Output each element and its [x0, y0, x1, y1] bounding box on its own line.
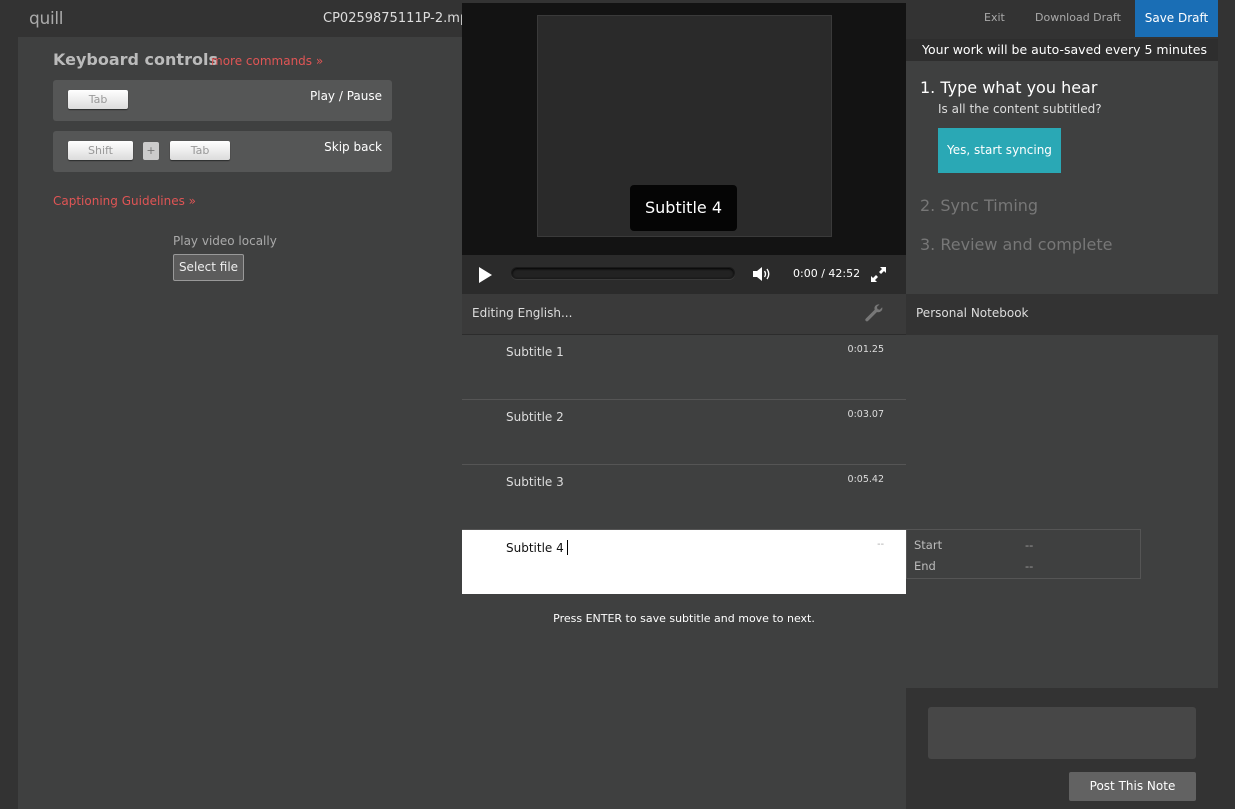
subtitle-overlay: Subtitle 4: [630, 185, 737, 231]
shortcut-skip-back: Shift + Tab Skip back: [53, 131, 392, 172]
captioning-guidelines-link[interactable]: Captioning Guidelines »: [53, 194, 196, 208]
subtitle-text: Subtitle 2: [506, 410, 564, 424]
app-logo: quill: [29, 9, 64, 29]
editing-language-label: Editing English...: [472, 306, 573, 320]
subtitle-list: Subtitle 1 0:01.25 Subtitle 2 0:03.07 Su…: [462, 335, 906, 809]
notebook-body: [906, 335, 1218, 688]
keyboard-controls-title: Keyboard controls: [53, 50, 218, 69]
notebook-title: Personal Notebook: [916, 306, 1029, 320]
shift-key: Shift: [68, 141, 133, 160]
start-label: Start: [914, 538, 943, 552]
start-syncing-button[interactable]: Yes, start syncing: [938, 128, 1061, 173]
shortcut-play-pause: Tab Play / Pause: [53, 80, 392, 121]
download-draft-button[interactable]: Download Draft: [1035, 11, 1121, 24]
subtitle-row[interactable]: Subtitle 2 0:03.07: [462, 400, 906, 465]
video-controls: 0:00 / 42:52: [462, 255, 906, 294]
subtitle-text: Subtitle 4: [506, 541, 564, 555]
notebook-header: Personal Notebook: [906, 294, 1218, 335]
tab-key: Tab: [68, 90, 128, 109]
select-file-button[interactable]: Select file: [173, 254, 244, 281]
shortcut-action-label: Skip back: [324, 140, 382, 154]
fullscreen-icon[interactable]: [870, 266, 887, 283]
play-icon[interactable]: [479, 267, 492, 283]
subtitle-timing-box: Start -- End --: [906, 529, 1141, 579]
subtitle-row[interactable]: Subtitle 1 0:01.25: [462, 335, 906, 400]
left-panel: Keyboard controls more commands » Tab Pl…: [18, 37, 462, 809]
autosave-notice: Your work will be auto-saved every 5 min…: [906, 39, 1218, 61]
editor-header: Editing English...: [462, 294, 906, 335]
plus-key-joiner: +: [143, 142, 159, 160]
subtitle-edit-input[interactable]: Subtitle 4: [506, 540, 568, 555]
note-textarea[interactable]: [928, 707, 1196, 759]
wrench-icon[interactable]: [864, 303, 884, 323]
subtitle-row[interactable]: Subtitle 3 0:05.42: [462, 465, 906, 530]
subtitle-text: Subtitle 3: [506, 475, 564, 489]
workflow-steps: 1. Type what you hear Is all the content…: [906, 61, 1218, 294]
subtitle-row-active[interactable]: Subtitle 4 --: [462, 530, 906, 594]
subtitle-time: 0:01.25: [847, 344, 884, 355]
post-note-button[interactable]: Post This Note: [1069, 772, 1196, 801]
subtitle-time: --: [877, 539, 884, 550]
subtitle-time: 0:05.42: [847, 474, 884, 485]
header-actions: Exit Download Draft Save Draft: [906, 0, 1218, 37]
play-locally-label: Play video locally: [173, 234, 277, 248]
video-player[interactable]: Subtitle 4: [462, 3, 906, 255]
start-value: --: [1025, 538, 1034, 552]
progress-bar[interactable]: [511, 267, 735, 279]
subtitle-text: Subtitle 1: [506, 345, 564, 359]
time-display: 0:00 / 42:52: [793, 267, 861, 280]
step-1-question: Is all the content subtitled?: [938, 102, 1102, 116]
exit-button[interactable]: Exit: [984, 11, 1005, 24]
tab-key: Tab: [170, 141, 230, 160]
more-commands-link[interactable]: more commands »: [211, 54, 323, 68]
editor-hint: Press ENTER to save subtitle and move to…: [553, 612, 815, 625]
save-draft-button[interactable]: Save Draft: [1135, 0, 1218, 37]
text-caret: [566, 540, 568, 555]
step-1-title: 1. Type what you hear: [920, 78, 1098, 97]
volume-icon[interactable]: [752, 266, 772, 282]
step-2-title: 2. Sync Timing: [920, 196, 1039, 215]
step-3-title: 3. Review and complete: [920, 235, 1113, 254]
subtitle-time: 0:03.07: [847, 409, 884, 420]
end-value: --: [1025, 559, 1034, 573]
shortcut-action-label: Play / Pause: [310, 89, 382, 103]
video-filename: CP0259875111P-2.mp: [323, 11, 469, 26]
end-label: End: [914, 559, 936, 573]
